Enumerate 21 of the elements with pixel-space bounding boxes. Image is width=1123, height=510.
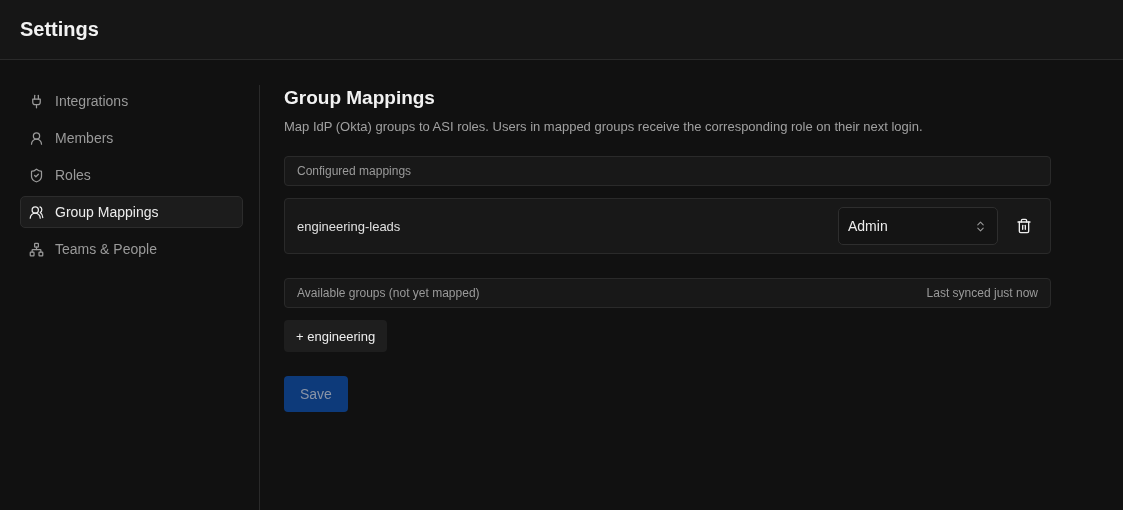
plug-icon (29, 93, 44, 109)
sidebar-item[interactable]: Roles (20, 159, 243, 191)
section-description: Map IdP (Okta) groups to ASI roles. Users in mapped groups receive the corresponding role on their next login. (284, 119, 924, 134)
sidebar-item[interactable]: Teams & People (20, 233, 243, 265)
users-icon (29, 204, 44, 220)
chevrons-icon (974, 219, 987, 233)
user-icon (29, 130, 44, 146)
sidebar-item[interactable]: Group Mappings (20, 196, 243, 228)
section-title: Group Mappings (284, 87, 436, 109)
org-chart-icon (29, 241, 44, 257)
sidebar-item[interactable]: Integrations (20, 85, 243, 117)
section-header-bar: Configured mappings (284, 156, 1051, 186)
trash-icon (1016, 218, 1032, 234)
shield-check-icon (29, 167, 44, 183)
sync-status: Last synced just now (926, 286, 1038, 300)
sidebar-item[interactable]: Members (20, 122, 243, 154)
add-group-button[interactable]: + engineering (284, 320, 388, 352)
section-heading: Available groups (not yet mapped) (297, 286, 480, 300)
page-title: Settings (20, 18, 99, 41)
role-select[interactable]: Admin (838, 207, 998, 245)
group-name: engineering-leads (297, 218, 402, 234)
